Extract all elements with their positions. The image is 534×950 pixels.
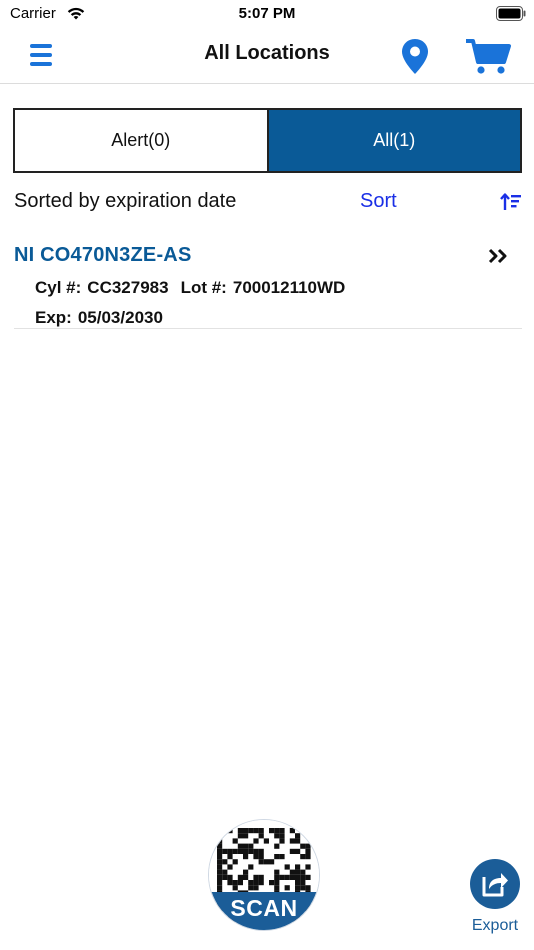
cart-icon[interactable] <box>464 36 512 76</box>
double-chevron-right-icon <box>488 248 507 264</box>
cyl-value: CC327983 <box>87 278 169 297</box>
location-pin-icon[interactable] <box>397 36 433 76</box>
nav-bar: All Locations <box>0 28 534 84</box>
tab-alert[interactable]: Alert(0) <box>15 110 269 171</box>
sort-ascending-icon[interactable] <box>500 192 522 212</box>
sort-description: Sorted by expiration date <box>14 190 237 212</box>
exp-label: Exp: <box>35 308 72 327</box>
item-expiry-line: Exp: 05/03/2030 <box>35 308 163 328</box>
list-item[interactable]: NI CO470N3ZE-AS Cyl #: CC327983 Lot #: 7000… <box>14 238 522 329</box>
export-button[interactable] <box>470 859 520 909</box>
exp-value: 05/03/2030 <box>77 308 163 327</box>
battery-icon <box>496 6 526 21</box>
export-label[interactable]: Export <box>458 917 532 935</box>
filter-segmented-control: Alert(0) All(1) <box>13 108 522 173</box>
tab-all[interactable]: All(1) <box>268 110 520 171</box>
share-export-icon <box>482 873 508 897</box>
lot-label: Lot #: <box>180 278 227 297</box>
clock: 5:07 PM <box>238 5 296 22</box>
scan-button[interactable]: SCAN <box>209 820 319 930</box>
scan-label: SCAN <box>209 892 319 930</box>
sort-row: Sorted by expiration date Sort <box>0 188 534 216</box>
sort-button[interactable]: Sort <box>360 190 397 213</box>
status-bar: Carrier 5:07 PM <box>0 0 534 28</box>
page-title: All Locations <box>204 42 330 64</box>
cyl-label: Cyl #: <box>35 278 82 297</box>
item-details-line: Cyl #: CC327983 Lot #: 700012110WD <box>35 278 345 298</box>
lot-value: 700012110WD <box>232 278 346 297</box>
item-title: NI CO470N3ZE-AS <box>14 244 192 266</box>
